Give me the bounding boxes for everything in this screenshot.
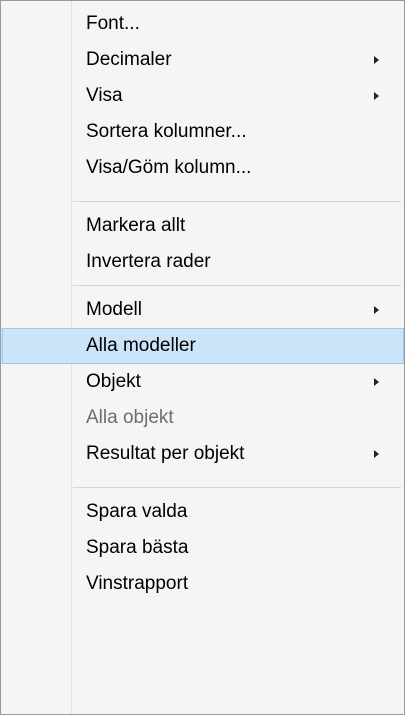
- menu-item-resultat-per-objekt[interactable]: Resultat per objekt: [1, 436, 404, 472]
- menu-group-models: Modell Alla modeller Objekt Alla objekt …: [1, 292, 404, 472]
- menu-item-label: Vinstrapport: [86, 573, 189, 594]
- submenu-arrow-icon: [374, 450, 379, 458]
- menu-item-label: Sortera kolumner...: [86, 121, 247, 142]
- menu-item-alla-objekt: Alla objekt: [1, 400, 404, 436]
- menu-item-invertera-rader[interactable]: Invertera rader: [1, 244, 404, 280]
- menu-item-visa-gom-kolumn[interactable]: Visa/Göm kolumn...: [1, 150, 404, 186]
- menu-item-alla-modeller[interactable]: Alla modeller: [1, 328, 404, 364]
- menu-item-objekt[interactable]: Objekt: [1, 364, 404, 400]
- menu-item-label: Spara valda: [86, 501, 188, 522]
- menu-item-visa[interactable]: Visa: [1, 78, 404, 114]
- menu-group-selection: Markera allt Invertera rader: [1, 208, 404, 280]
- menu-item-modell[interactable]: Modell: [1, 292, 404, 328]
- menu-item-spara-basta[interactable]: Spara bästa: [1, 530, 404, 566]
- menu-item-font[interactable]: Font...: [1, 6, 404, 42]
- menu-item-markera-allt[interactable]: Markera allt: [1, 208, 404, 244]
- menu-item-label: Spara bästa: [86, 537, 189, 558]
- menu-item-label: Modell: [86, 299, 142, 320]
- menu-item-label: Visa: [86, 85, 123, 106]
- menu-item-label: Visa/Göm kolumn...: [86, 157, 252, 178]
- menu-item-spara-valda[interactable]: Spara valda: [1, 494, 404, 530]
- context-menu: Font... Decimaler Visa Sortera kolumner.…: [0, 0, 405, 715]
- submenu-arrow-icon: [374, 56, 379, 64]
- menu-separator: [73, 487, 401, 488]
- menu-item-decimaler[interactable]: Decimaler: [1, 42, 404, 78]
- menu-item-label: Alla modeller: [86, 335, 196, 356]
- menu-separator: [73, 201, 401, 202]
- submenu-arrow-icon: [374, 306, 379, 314]
- menu-item-vinstrapport[interactable]: Vinstrapport: [1, 566, 404, 602]
- menu-item-sortera-kolumner[interactable]: Sortera kolumner...: [1, 114, 404, 150]
- menu-separator: [73, 285, 401, 286]
- submenu-arrow-icon: [374, 92, 379, 100]
- menu-item-label: Resultat per objekt: [86, 443, 245, 464]
- menu-item-label: Decimaler: [86, 49, 172, 70]
- menu-item-label: Objekt: [86, 371, 141, 392]
- menu-item-label: Markera allt: [86, 215, 186, 236]
- menu-group-save: Spara valda Spara bästa Vinstrapport: [1, 494, 404, 602]
- menu-item-label: Font...: [86, 13, 140, 34]
- menu-item-label: Alla objekt: [86, 407, 174, 428]
- submenu-arrow-icon: [374, 378, 379, 386]
- menu-item-label: Invertera rader: [86, 251, 211, 272]
- menu-group-format: Font... Decimaler Visa Sortera kolumner.…: [1, 6, 404, 186]
